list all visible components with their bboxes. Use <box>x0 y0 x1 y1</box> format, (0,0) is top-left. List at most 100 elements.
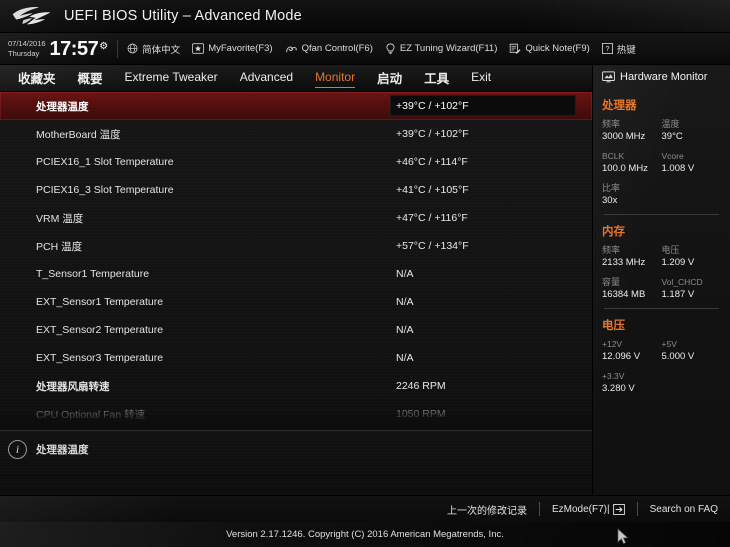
sidebar-stat <box>662 182 722 207</box>
row-value: +39°C / +102°F <box>396 128 469 140</box>
weekday-text: Thursday <box>8 48 40 58</box>
ez-mode-label: EzMode(F7)| <box>552 503 610 515</box>
table-row[interactable]: PCH 温度 +57°C / +134°F <box>0 232 592 260</box>
table-row[interactable]: CPU Optional Fan 转速 1050 RPM <box>0 400 592 428</box>
row-value: N/A <box>396 296 414 308</box>
toolbar-item-hotkeys[interactable]: ? 热键 <box>601 42 636 56</box>
row-value: N/A <box>396 268 414 280</box>
row-label: EXT_Sensor1 Temperature <box>36 296 164 308</box>
tab-exit[interactable]: Exit <box>471 70 491 86</box>
sidebar-stat-key: +12V <box>602 339 623 349</box>
toolbar-item-quick-note[interactable]: Quick Note(F9) <box>509 43 590 55</box>
toolbar-item-label: 热键 <box>616 44 636 56</box>
sidebar-stat-key: Vol_CHCD <box>661 277 703 287</box>
sidebar-section-title: 处理器 <box>602 100 637 112</box>
sidebar-stat: 频率 2133 MHz <box>602 244 662 269</box>
tab-advanced[interactable]: Advanced <box>240 70 293 86</box>
row-label: CPU Optional Fan 转速 <box>36 408 146 421</box>
question-icon: ? <box>601 43 613 54</box>
tab-monitor[interactable]: Monitor <box>315 70 356 88</box>
row-label: PCH 温度 <box>36 240 83 253</box>
top-toolbar: 07/14/2016 Thursday 17:57 ⚙ 简体中文 MyFavor… <box>0 33 730 65</box>
sidebar-stat: 电压 1.209 V <box>662 244 722 269</box>
toolbar-divider <box>117 39 119 58</box>
row-label: 处理器温度 <box>36 100 89 113</box>
row-label: PCIEX16_1 Slot Temperature <box>36 156 174 168</box>
page-title: UEFI BIOS Utility – Advanced Mode <box>64 8 302 24</box>
ez-mode-button[interactable]: EzMode(F7)| <box>552 504 625 515</box>
row-value: +47°C / +116°F <box>396 212 468 224</box>
toolbar-item-qfan-control[interactable]: Qfan Control(F6) <box>285 43 373 55</box>
sidebar-stat: +12V 12.096 V <box>602 338 662 363</box>
sidebar-stat: BCLK 100.0 MHz <box>602 150 662 175</box>
tab-工具[interactable]: 工具 <box>424 68 449 89</box>
copyright-text: Version 2.17.1246. Copyright (C) 2016 Am… <box>226 529 504 540</box>
sidebar-stat-pair: 比率 30x <box>602 182 721 207</box>
row-label: 处理器风扇转速 <box>36 380 110 393</box>
sidebar-stat: 容量 16384 MB <box>602 276 662 301</box>
toolbar-item-language[interactable]: 简体中文 <box>127 42 180 56</box>
row-label: EXT_Sensor2 Temperature <box>36 324 164 336</box>
toolbar-item-ez-tuning-wizard[interactable]: EZ Tuning Wizard(F11) <box>385 42 498 55</box>
toolbar-item-myfavorite[interactable]: MyFavorite(F3) <box>192 43 273 54</box>
table-row[interactable]: EXT_Sensor3 Temperature N/A <box>0 344 592 372</box>
sidebar-stat: 频率 3000 MHz <box>602 118 662 143</box>
table-row[interactable]: PCIEX16_1 Slot Temperature +46°C / +114°F <box>0 148 592 176</box>
tab-收藏夹[interactable]: 收藏夹 <box>18 68 56 89</box>
sidebar-stat: 温度 39°C <box>662 118 722 143</box>
table-row[interactable]: EXT_Sensor1 Temperature N/A <box>0 288 592 316</box>
tab-extreme-tweaker[interactable]: Extreme Tweaker <box>125 70 218 86</box>
sidebar-stat <box>662 370 722 395</box>
sidebar-stat-value: 100.0 MHz <box>602 163 648 174</box>
row-value: +39°C / +102°F <box>396 100 469 112</box>
toolbar-item-label: MyFavorite(F3) <box>208 43 273 54</box>
table-row[interactable]: 处理器风扇转速 2246 RPM <box>0 372 592 400</box>
footer-divider <box>636 502 638 516</box>
sidebar-stat-pair: 容量 16384 MB Vol_CHCD 1.187 V <box>602 276 721 301</box>
toolbar-item-label: EZ Tuning Wizard(F11) <box>399 43 498 54</box>
tab-启动[interactable]: 启动 <box>377 68 402 89</box>
search-faq-button[interactable]: Search on FAQ <box>650 504 718 515</box>
row-value: 2246 RPM <box>396 380 446 392</box>
time-text: 17:57 <box>49 37 99 60</box>
table-row[interactable]: VRM 温度 +47°C / +116°F <box>0 204 592 232</box>
gear-icon[interactable]: ⚙ <box>99 41 108 52</box>
sidebar-stat-value: 1.187 V <box>661 289 695 300</box>
toolbar-item-label: 简体中文 <box>142 44 181 56</box>
table-row[interactable]: MotherBoard 温度 +39°C / +102°F <box>0 120 592 148</box>
sidebar-stat-key: 温度 <box>661 119 680 129</box>
help-text: 处理器温度 <box>36 444 89 456</box>
info-icon: i <box>8 440 27 459</box>
table-row[interactable]: PCIEX16_3 Slot Temperature +41°C / +105°F <box>0 176 592 204</box>
sidebar-stat-value: 30x <box>602 195 618 206</box>
row-label: EXT_Sensor3 Temperature <box>36 352 164 364</box>
monitor-list: 处理器温度 +39°C / +102°F MotherBoard 温度 +39°C /… <box>0 92 592 430</box>
sidebar-stat-key: 比率 <box>602 183 621 193</box>
sidebar-stat-pair: 频率 2133 MHz 电压 1.209 V <box>602 244 721 269</box>
row-label: MotherBoard 温度 <box>36 128 121 141</box>
sidebar-stat-value: 3.280 V <box>602 383 635 394</box>
table-row[interactable]: EXT_Sensor2 Temperature N/A <box>0 316 592 344</box>
sidebar-stat-key: +3.3V <box>602 371 625 381</box>
hardware-monitor-title-label: Hardware Monitor <box>620 71 708 83</box>
row-label: VRM 温度 <box>36 212 84 225</box>
table-row[interactable]: 处理器温度 +39°C / +102°F <box>0 92 592 120</box>
sidebar-divider <box>604 214 719 215</box>
hardware-monitor-title: Hardware Monitor <box>602 65 721 89</box>
sidebar-stat: Vcore 1.008 V <box>662 150 722 175</box>
uefi-bios-window: UEFI BIOS Utility – Advanced Mode 07/14/… <box>0 0 730 547</box>
tab-概要[interactable]: 概要 <box>78 68 103 89</box>
monitor-icon <box>602 71 615 83</box>
sidebar-section-title: 电压 <box>602 320 625 332</box>
table-row[interactable]: T_Sensor1 Temperature N/A <box>0 260 592 288</box>
star-icon <box>192 43 205 54</box>
sidebar-stat-value: 3000 MHz <box>602 131 646 142</box>
sidebar-stat-key: 电压 <box>661 245 680 255</box>
sidebar-stat: +3.3V 3.280 V <box>602 370 662 395</box>
sidebar-stat-pair: BCLK 100.0 MHz Vcore 1.008 V <box>602 150 721 175</box>
last-modified-button[interactable]: 上一次的修改记录 <box>447 502 527 517</box>
note-icon <box>510 43 521 54</box>
sidebar-stat-key: 频率 <box>602 119 621 129</box>
row-value: N/A <box>396 352 414 364</box>
rog-logo <box>12 7 51 25</box>
